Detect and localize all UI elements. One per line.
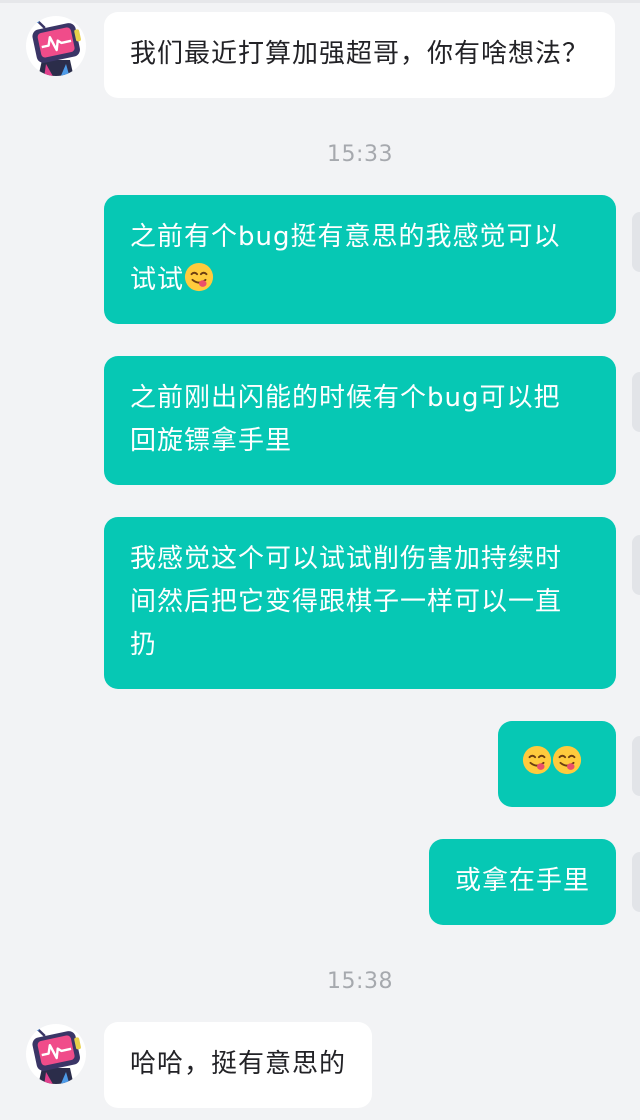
side-edge bbox=[632, 212, 640, 272]
message-text: 之前刚出闪能的时候有个bug可以把 bbox=[130, 383, 561, 413]
side-edge bbox=[632, 852, 640, 912]
side-edge bbox=[632, 372, 640, 432]
message-text: 我感觉这个可以试试削伤害加持续时 bbox=[130, 544, 563, 574]
contact-avatar[interactable] bbox=[24, 1022, 88, 1086]
message-text-line-3: 扔 bbox=[130, 630, 158, 660]
side-edge bbox=[632, 535, 640, 595]
timestamp: 15:38 bbox=[327, 969, 393, 994]
face-savoring-food-emoji-icon bbox=[552, 745, 582, 775]
contact-avatar[interactable] bbox=[24, 14, 88, 78]
message-text-line-2: 间然后把它变得跟棋子一样可以一直 bbox=[130, 587, 563, 617]
message-bubble-outgoing[interactable]: 我感觉这个可以试试削伤害加持续时 间然后把它变得跟棋子一样可以一直 扔 bbox=[104, 517, 616, 689]
message-text: 哈哈，挺有意思的 bbox=[130, 1049, 347, 1079]
message-bubble-incoming[interactable]: 哈哈，挺有意思的 bbox=[104, 1022, 373, 1108]
tv-robot-avatar-icon bbox=[26, 1024, 86, 1084]
side-edge bbox=[632, 736, 640, 796]
message-bubble-outgoing[interactable]: 之前刚出闪能的时候有个bug可以把 回旋镖拿手里 bbox=[104, 356, 616, 485]
message-text-line-2: 回旋镖拿手里 bbox=[130, 426, 293, 456]
message-text: 或拿在手里 bbox=[454, 866, 590, 896]
message-bubble-outgoing[interactable]: 或拿在手里 bbox=[428, 839, 616, 925]
message-text: 我们最近打算加强超哥，你有啥想法？ bbox=[130, 39, 590, 69]
message-bubble-outgoing[interactable]: 之前有个bug挺有意思的我感觉可以 试试 bbox=[104, 195, 616, 324]
message-text-line-2: 试试 bbox=[130, 265, 185, 295]
timestamp: 15:33 bbox=[327, 142, 393, 167]
message-text: 之前有个bug挺有意思的我感觉可以 bbox=[130, 222, 561, 252]
face-savoring-food-emoji-icon bbox=[522, 745, 552, 775]
top-divider bbox=[0, 0, 640, 3]
message-bubble-outgoing[interactable] bbox=[498, 721, 616, 807]
tv-robot-avatar-icon bbox=[26, 16, 86, 76]
face-savoring-food-emoji-icon bbox=[184, 262, 214, 292]
message-bubble-incoming[interactable]: 我们最近打算加强超哥，你有啥想法？ bbox=[104, 12, 616, 98]
